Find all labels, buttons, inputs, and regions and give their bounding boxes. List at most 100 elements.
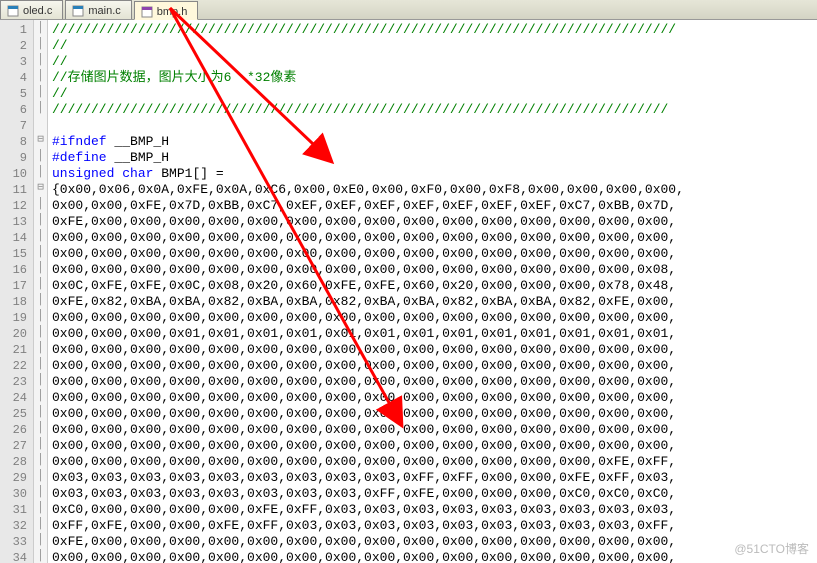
fold-marker: │ xyxy=(34,372,47,388)
code-line[interactable]: //存储图片数据，图片大小为6 *32像素 xyxy=(52,70,817,86)
line-number: 11 xyxy=(0,182,33,198)
fold-marker: │ xyxy=(34,404,47,420)
line-number: 1 xyxy=(0,22,33,38)
code-line[interactable]: 0x03,0x03,0x03,0x03,0x03,0x03,0x03,0x03,… xyxy=(52,470,817,486)
fold-marker: │ xyxy=(34,308,47,324)
fold-marker[interactable]: ⊟ xyxy=(34,180,47,196)
fold-marker: │ xyxy=(34,36,47,52)
fold-marker: │ xyxy=(34,548,47,563)
fold-marker: │ xyxy=(34,228,47,244)
line-number: 33 xyxy=(0,534,33,550)
fold-marker: │ xyxy=(34,196,47,212)
code-line[interactable]: ////////////////////////////////////////… xyxy=(52,22,817,38)
line-number: 25 xyxy=(0,406,33,422)
line-number: 20 xyxy=(0,326,33,342)
code-area[interactable]: ////////////////////////////////////////… xyxy=(48,20,817,563)
code-line[interactable]: // xyxy=(52,54,817,70)
fold-marker: │ xyxy=(34,452,47,468)
code-line[interactable]: // xyxy=(52,86,817,102)
fold-marker: │ xyxy=(34,356,47,372)
code-line[interactable]: 0x00,0x00,0x00,0x01,0x01,0x01,0x01,0x01,… xyxy=(52,326,817,342)
code-line[interactable]: 0x00,0x00,0x00,0x00,0x00,0x00,0x00,0x00,… xyxy=(52,358,817,374)
line-number: 16 xyxy=(0,262,33,278)
code-line[interactable]: 0x00,0x00,0x00,0x00,0x00,0x00,0x00,0x00,… xyxy=(52,374,817,390)
line-number: 30 xyxy=(0,486,33,502)
line-number: 8 xyxy=(0,134,33,150)
code-line[interactable]: 0xC0,0x00,0x00,0x00,0x00,0xFE,0xFF,0x03,… xyxy=(52,502,817,518)
code-line[interactable]: // xyxy=(52,38,817,54)
fold-marker: │ xyxy=(34,516,47,532)
fold-marker: │ xyxy=(34,84,47,100)
line-number: 6 xyxy=(0,102,33,118)
line-number: 18 xyxy=(0,294,33,310)
fold-marker: │ xyxy=(34,484,47,500)
code-line[interactable]: 0x00,0x00,0x00,0x00,0x00,0x00,0x00,0x00,… xyxy=(52,310,817,326)
code-line[interactable]: #define __BMP_H xyxy=(52,150,817,166)
line-number: 15 xyxy=(0,246,33,262)
fold-marker: │ xyxy=(34,52,47,68)
line-number-gutter: 1234567891011121314151617181920212223242… xyxy=(0,20,34,563)
code-line[interactable]: 0x00,0x00,0x00,0x00,0x00,0x00,0x00,0x00,… xyxy=(52,422,817,438)
line-number: 7 xyxy=(0,118,33,134)
code-line[interactable]: 0x00,0x00,0xFE,0x7D,0xBB,0xC7,0xEF,0xEF,… xyxy=(52,198,817,214)
tab-label: bmp.h xyxy=(157,6,188,18)
fold-marker: │ xyxy=(34,388,47,404)
line-number: 13 xyxy=(0,214,33,230)
code-line[interactable]: 0x0C,0xFE,0xFE,0x0C,0x08,0x20,0x60,0xFE,… xyxy=(52,278,817,294)
line-number: 24 xyxy=(0,390,33,406)
line-number: 32 xyxy=(0,518,33,534)
editor: 1234567891011121314151617181920212223242… xyxy=(0,20,817,563)
fold-marker: │ xyxy=(34,148,47,164)
code-line[interactable]: #ifndef __BMP_H xyxy=(52,134,817,150)
line-number: 23 xyxy=(0,374,33,390)
code-line[interactable]: 0x00,0x00,0x00,0x00,0x00,0x00,0x00,0x00,… xyxy=(52,390,817,406)
line-number: 34 xyxy=(0,550,33,563)
fold-marker[interactable]: ⊟ xyxy=(34,132,47,148)
code-line[interactable]: 0x00,0x00,0x00,0x00,0x00,0x00,0x00,0x00,… xyxy=(52,550,817,563)
tab-main-c[interactable]: main.c xyxy=(65,0,131,19)
code-line[interactable]: {0x00,0x06,0x0A,0xFE,0x0A,0xC6,0x00,0xE0… xyxy=(52,182,817,198)
line-number: 31 xyxy=(0,502,33,518)
code-line[interactable]: 0xFF,0xFE,0x00,0x00,0xFE,0xFF,0x03,0x03,… xyxy=(52,518,817,534)
fold-marker: │ xyxy=(34,420,47,436)
fold-marker: │ xyxy=(34,244,47,260)
code-line[interactable]: ////////////////////////////////////////… xyxy=(52,102,817,118)
line-number: 2 xyxy=(0,38,33,54)
fold-marker: │ xyxy=(34,68,47,84)
line-number: 5 xyxy=(0,86,33,102)
line-number: 19 xyxy=(0,310,33,326)
code-line[interactable]: 0x00,0x00,0x00,0x00,0x00,0x00,0x00,0x00,… xyxy=(52,406,817,422)
tab-label: main.c xyxy=(88,5,120,17)
fold-marker: │ xyxy=(34,340,47,356)
fold-marker: │ xyxy=(34,436,47,452)
tab-bmp-h[interactable]: bmp.h xyxy=(134,1,199,20)
code-line[interactable]: 0x00,0x00,0x00,0x00,0x00,0x00,0x00,0x00,… xyxy=(52,262,817,278)
fold-marker: │ xyxy=(34,532,47,548)
line-number: 28 xyxy=(0,454,33,470)
fold-marker: │ xyxy=(34,20,47,36)
code-line[interactable]: 0xFE,0x00,0x00,0x00,0x00,0x00,0x00,0x00,… xyxy=(52,214,817,230)
line-number: 9 xyxy=(0,150,33,166)
code-line[interactable]: 0x00,0x00,0x00,0x00,0x00,0x00,0x00,0x00,… xyxy=(52,246,817,262)
code-line[interactable]: 0xFE,0x00,0x00,0x00,0x00,0x00,0x00,0x00,… xyxy=(52,534,817,550)
fold-marker: │ xyxy=(34,260,47,276)
line-number: 29 xyxy=(0,470,33,486)
line-number: 17 xyxy=(0,278,33,294)
code-line[interactable] xyxy=(52,118,817,134)
code-line[interactable]: 0x03,0x03,0x03,0x03,0x03,0x03,0x03,0x03,… xyxy=(52,486,817,502)
fold-margin: ││││││⊟││⊟│││││││││││││││││││││││ xyxy=(34,20,48,563)
line-number: 12 xyxy=(0,198,33,214)
code-line[interactable]: 0xFE,0x82,0xBA,0xBA,0x82,0xBA,0xBA,0x82,… xyxy=(52,294,817,310)
line-number: 27 xyxy=(0,438,33,454)
line-number: 4 xyxy=(0,70,33,86)
code-line[interactable]: 0x00,0x00,0x00,0x00,0x00,0x00,0x00,0x00,… xyxy=(52,438,817,454)
code-line[interactable]: 0x00,0x00,0x00,0x00,0x00,0x00,0x00,0x00,… xyxy=(52,454,817,470)
tab-oled-c[interactable]: oled.c xyxy=(0,0,63,19)
fold-marker xyxy=(34,116,47,132)
line-number: 3 xyxy=(0,54,33,70)
line-number: 26 xyxy=(0,422,33,438)
code-line[interactable]: unsigned char BMP1[] = xyxy=(52,166,817,182)
fold-marker: │ xyxy=(34,324,47,340)
code-line[interactable]: 0x00,0x00,0x00,0x00,0x00,0x00,0x00,0x00,… xyxy=(52,230,817,246)
code-line[interactable]: 0x00,0x00,0x00,0x00,0x00,0x00,0x00,0x00,… xyxy=(52,342,817,358)
